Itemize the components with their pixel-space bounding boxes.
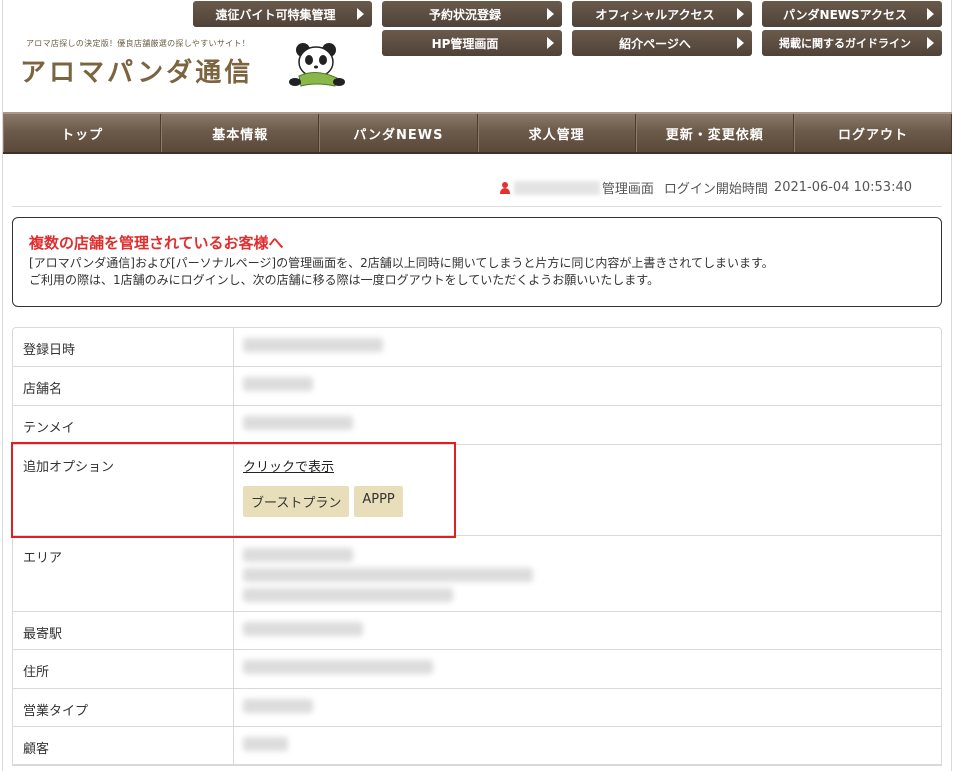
table-row: 最寄駅	[13, 612, 941, 650]
user-icon	[499, 181, 510, 194]
row-label: 営業タイプ	[13, 689, 234, 726]
redacted-value	[243, 568, 533, 582]
store-info-table: 登録日時 店舗名 テンメイ 追加オプション クリックで表示 ブーストプラン AP…	[12, 327, 942, 766]
notice-line-1: [アロマパンダ通信]および[パーソナルページ]の管理画面を、2店舗以上同時に開い…	[29, 256, 774, 270]
nav-item-recruit[interactable]: 求人管理	[477, 114, 636, 152]
nav-item-top[interactable]: トップ	[3, 114, 162, 152]
table-row: テンメイ	[13, 406, 941, 445]
redacted-value	[243, 416, 353, 430]
redacted-value	[243, 622, 363, 636]
arrow-right-icon	[737, 37, 744, 49]
logo-tagline: アロマ店探しの決定版！優良店舗厳選の探しやすいサイト！	[26, 39, 251, 48]
screen-label: 管理画面	[601, 182, 654, 197]
panda-news-access-button[interactable]: パンダNEWSアクセス	[762, 1, 942, 27]
expedition-job-button[interactable]: 遠征バイト可特集管理	[193, 1, 372, 27]
arrow-right-icon	[547, 8, 554, 20]
nav-item-panda-news[interactable]: パンダNEWS	[319, 114, 478, 152]
official-access-button[interactable]: オフィシャルアクセス	[572, 1, 752, 27]
guideline-button[interactable]: 掲載に関するガイドライン	[762, 30, 942, 56]
redacted-value	[243, 377, 313, 391]
table-row: 追加オプション クリックで表示 ブーストプラン APPP	[13, 445, 941, 536]
table-row: 登録日時	[13, 328, 941, 367]
redacted-value	[243, 588, 453, 602]
arrow-right-icon	[737, 8, 744, 20]
nav-item-logout[interactable]: ログアウト	[793, 114, 953, 152]
notice-title: 複数の店舗を管理されているお客様へ	[29, 234, 284, 252]
arrow-right-icon	[927, 37, 934, 49]
redacted-value	[243, 660, 433, 674]
logo-title: アロマパンダ通信	[20, 58, 254, 88]
row-label: 最寄駅	[13, 612, 234, 649]
row-label: 登録日時	[13, 328, 234, 366]
arrow-right-icon	[547, 37, 554, 49]
main-nav: トップ 基本情報 パンダNEWS 求人管理 更新・変更依頼 ログアウト	[3, 112, 953, 154]
table-row: 店舗名	[13, 367, 941, 406]
nav-item-basic-info[interactable]: 基本情報	[161, 114, 320, 152]
table-row: 住所	[13, 650, 941, 689]
arrow-right-icon	[927, 8, 934, 20]
login-time-label: ログイン開始時間	[663, 182, 768, 197]
row-label: エリア	[13, 536, 234, 611]
notice-line-2: ご利用の際は、1店舗のみにログインし、次の店舗に移る際は一度ログアウトをしていた…	[29, 273, 660, 287]
redacted-value	[243, 338, 383, 352]
table-row: 顧客	[13, 727, 941, 765]
redacted-value	[243, 737, 288, 751]
option-tags: ブーストプラン APPP	[243, 486, 941, 517]
option-tag-appp: APPP	[354, 486, 403, 517]
redacted-value	[243, 548, 353, 562]
row-label: テンメイ	[13, 406, 234, 444]
row-label: 店舗名	[13, 367, 234, 405]
user-name-redacted	[513, 180, 600, 195]
redacted-value	[243, 699, 313, 713]
arrow-right-icon	[357, 8, 364, 20]
divider	[12, 206, 942, 207]
row-label: 住所	[13, 650, 234, 688]
table-row: 営業タイプ	[13, 689, 941, 727]
table-row: エリア	[13, 536, 941, 612]
panda-mascot-icon	[289, 43, 345, 87]
login-status: 管理画面 ログイン開始時間 2021-06-04 10:53:40	[499, 178, 912, 197]
site-logo[interactable]: アロマ店探しの決定版！優良店舗厳選の探しやすいサイト！ アロマパンダ通信	[20, 38, 350, 93]
row-label: 顧客	[13, 727, 234, 764]
hp-admin-button[interactable]: HP管理画面	[382, 30, 562, 56]
row-label: 追加オプション	[13, 445, 234, 535]
login-time: 2021-06-04 10:53:40	[773, 180, 912, 195]
nav-item-update-request[interactable]: 更新・変更依頼	[635, 114, 794, 152]
show-options-link[interactable]: クリックで表示	[243, 456, 334, 475]
multi-store-notice: 複数の店舗を管理されているお客様へ [アロマパンダ通信]および[パーソナルページ…	[12, 217, 942, 307]
reservation-status-button[interactable]: 予約状況登録	[382, 1, 562, 27]
option-tag-boost-plan: ブーストプラン	[243, 486, 350, 517]
intro-page-button[interactable]: 紹介ページへ	[572, 30, 752, 56]
